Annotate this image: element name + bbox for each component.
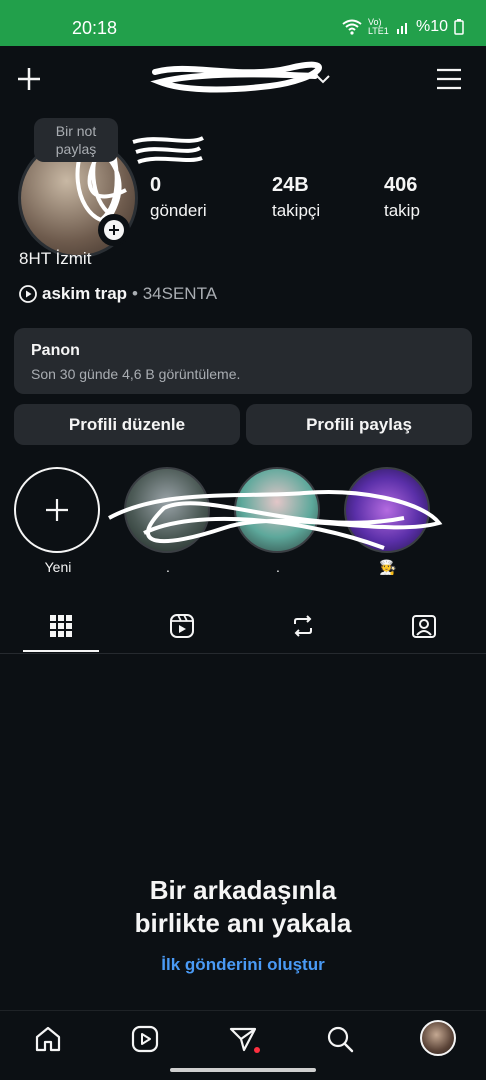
share-profile-button[interactable]: Profili paylaş (246, 404, 472, 445)
music-song: askim trap (42, 284, 128, 303)
battery-icon (454, 19, 464, 35)
stat-followers-value: 24B (272, 174, 309, 196)
repost-icon (294, 615, 312, 637)
bottom-nav (0, 1010, 486, 1065)
battery-label: %10 (415, 18, 448, 35)
reels-icon (170, 614, 194, 638)
note-tooltip-text: Bir not paylaş (55, 123, 97, 157)
display-name: 8HT İzmit (19, 249, 92, 268)
reels-icon (131, 1025, 159, 1053)
wifi-icon (342, 19, 362, 35)
grid-icon (50, 615, 72, 637)
plus-icon (18, 68, 40, 90)
status-time: 20:18 (72, 18, 118, 38)
chevron-down-icon (316, 75, 330, 84)
highlight-label: . (276, 559, 280, 575)
tagged-person-icon (412, 615, 436, 638)
tabs-divider (0, 653, 486, 654)
tab-tagged[interactable] (384, 600, 464, 652)
hamburger-menu-icon (437, 68, 461, 90)
scribble-redaction (150, 61, 322, 93)
tab-reels[interactable] (142, 600, 222, 652)
new-highlight-circle[interactable] (14, 467, 100, 553)
stat-posts-value: 0 (150, 174, 162, 196)
stat-posts-label: gönderi (150, 201, 207, 220)
play-circle-icon (19, 285, 37, 303)
stat-followers-label: takipçi (272, 201, 321, 220)
stat-following-label: takip (384, 201, 420, 220)
dashboard-card[interactable]: Panon Son 30 günde 4,6 B görüntüleme. (14, 328, 472, 394)
dashboard-subtitle: Son 30 günde 4,6 B görüntüleme. (31, 366, 241, 382)
empty-state-title: Bir arkadaşınla birlikte anı yakala (0, 874, 486, 940)
home-indicator (170, 1068, 316, 1072)
scribble-redaction (108, 490, 443, 550)
username-switcher[interactable] (150, 60, 330, 96)
signal-icon (396, 23, 407, 34)
home-icon (35, 1026, 61, 1052)
tab-reposts[interactable] (263, 600, 343, 652)
highlight-label: . (166, 559, 170, 575)
network-label: Vo) LTE1 (367, 17, 389, 36)
nav-profile-avatar[interactable] (420, 1020, 456, 1056)
add-story-button[interactable] (98, 214, 130, 246)
nav-reels[interactable] (127, 1021, 163, 1057)
empty-state-title-line1: Bir arkadaşınla (149, 875, 337, 905)
tab-grid[interactable] (21, 600, 101, 652)
stat-following[interactable]: 406 takip (384, 174, 420, 221)
plus-icon (46, 499, 68, 521)
notification-dot (254, 1047, 260, 1053)
empty-state-title-line2: birlikte anı yakala (134, 908, 352, 938)
highlight-new[interactable]: Yeni (14, 467, 102, 575)
create-button[interactable] (12, 62, 46, 96)
status-bar: 20:18 Vo) LTE1 %10 (0, 0, 486, 46)
nav-search[interactable] (322, 1021, 358, 1057)
profile-music[interactable]: askim trap • 34SENTA (19, 284, 217, 304)
nav-home[interactable] (30, 1021, 66, 1057)
send-icon (229, 1027, 257, 1052)
stat-following-value: 406 (384, 174, 418, 196)
scribble-redaction (132, 136, 204, 164)
note-tooltip[interactable]: Bir not paylaş (34, 118, 118, 162)
plus-icon (104, 220, 124, 240)
highlight-label: 🧑‍🍳 (379, 559, 397, 575)
stat-followers[interactable]: 24B takipçi (272, 174, 320, 221)
stat-posts[interactable]: 0 gönderi (150, 174, 207, 221)
top-bar (0, 46, 486, 112)
dashboard-title: Panon (31, 342, 80, 359)
create-first-post-link[interactable]: İlk gönderini oluştur (0, 955, 486, 975)
music-artist: • 34SENTA (132, 284, 218, 303)
edit-profile-button[interactable]: Profili düzenle (14, 404, 240, 445)
status-icons: Vo) LTE1 %10 (342, 18, 464, 36)
search-icon (327, 1026, 354, 1053)
tab-active-indicator (23, 650, 99, 652)
highlight-label: Yeni (44, 559, 72, 575)
nav-messages[interactable] (225, 1021, 261, 1057)
menu-button[interactable] (432, 62, 466, 96)
